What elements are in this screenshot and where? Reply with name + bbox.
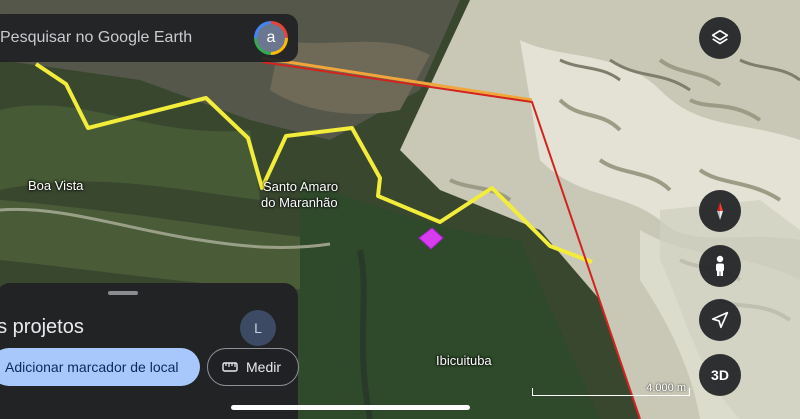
scale-line [532, 395, 690, 396]
compass-button[interactable] [699, 190, 741, 232]
my-location-button[interactable] [699, 299, 741, 341]
scale-tick-left [532, 388, 533, 396]
home-indicator[interactable] [231, 405, 470, 410]
search-input[interactable]: Pesquisar no Google Earth [0, 29, 254, 47]
measure-label: Medir [246, 359, 282, 375]
drag-handle[interactable] [108, 291, 138, 295]
account-avatar[interactable]: a [254, 21, 288, 55]
navigation-arrow-icon [711, 311, 729, 329]
layers-icon [711, 29, 729, 45]
layers-button[interactable] [699, 17, 741, 59]
ruler-icon [222, 362, 238, 372]
measure-button[interactable]: Medir [207, 348, 299, 386]
view-3d-button[interactable]: 3D [699, 354, 741, 396]
map-label-ibicuituba: Ibicuituba [436, 353, 492, 368]
scale-tick-right [689, 388, 690, 396]
google-earth-screen: Boa Vista Santo Amaro do Maranhão Ibicui… [0, 0, 800, 419]
map-label-santo-amaro-line2: do Maranhão [261, 195, 338, 210]
map-label-boa-vista: Boa Vista [28, 178, 84, 193]
street-view-button[interactable] [699, 245, 741, 287]
search-bar[interactable]: Pesquisar no Google Earth a [0, 14, 298, 62]
panel-avatar[interactable]: L [240, 310, 276, 346]
panel-title: us projetos [0, 316, 84, 338]
person-icon [716, 255, 724, 276]
scale-label: 4.000 m [646, 382, 686, 394]
map-label-santo-amaro-line1: Santo Amaro [263, 179, 339, 194]
avatar-letter: a [257, 24, 285, 52]
add-placemark-button[interactable]: Adicionar marcador de local [0, 348, 200, 386]
compass-icon [717, 202, 723, 220]
scale-bar: 4.000 m [532, 382, 690, 396]
